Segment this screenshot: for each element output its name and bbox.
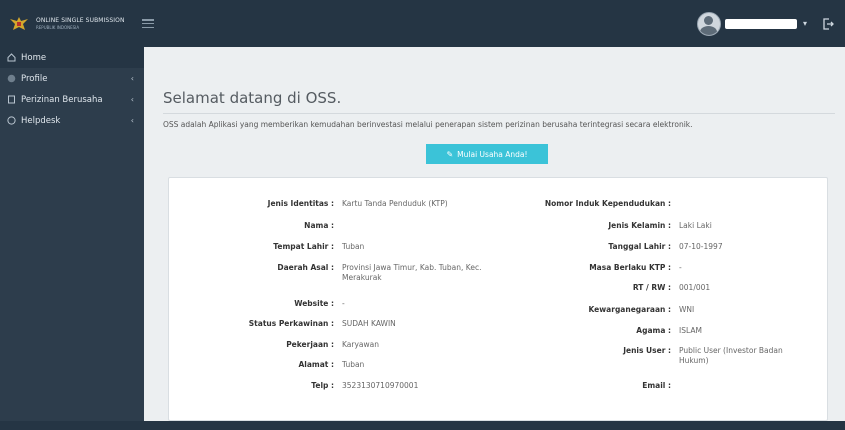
field-value: Kartu Tanda Penduduk (KTP) bbox=[342, 199, 448, 208]
field-value: Provinsi Jawa Timur, Kab. Tuban, Kec. Me… bbox=[342, 263, 482, 282]
chevron-left-icon: ‹ bbox=[130, 95, 134, 104]
footer bbox=[0, 421, 845, 430]
field-value: - bbox=[342, 299, 345, 308]
field-value: Tuban bbox=[342, 242, 365, 251]
user-name-redacted[interactable] bbox=[724, 18, 797, 29]
start-business-label: Mulai Usaha Anda! bbox=[457, 149, 528, 159]
menu-toggle-icon[interactable] bbox=[142, 19, 154, 28]
sidebar: Home Profile ‹ Perizinan Berusaha ‹ Help… bbox=[0, 47, 144, 430]
field-value: SUDAH KAWIN bbox=[342, 319, 396, 328]
field-label: Telp : bbox=[311, 381, 334, 390]
field-label: Daerah Asal : bbox=[277, 263, 334, 272]
chevron-left-icon: ‹ bbox=[130, 116, 134, 125]
sidebar-item-label: Helpdesk bbox=[21, 115, 61, 126]
sidebar-item-label: Profile bbox=[21, 73, 48, 84]
field-value: 07-10-1997 bbox=[679, 242, 723, 251]
logo-subtitle: REPUBLIK INDONESIA bbox=[36, 24, 80, 30]
home-icon bbox=[6, 53, 16, 63]
field-value: WNI bbox=[679, 305, 695, 314]
user-menu[interactable]: ▾ bbox=[696, 0, 835, 47]
app-logo[interactable]: ONLINE SINGLE SUBMISSION REPUBLIK INDONE… bbox=[0, 0, 140, 47]
sidebar-item-home[interactable]: Home bbox=[0, 47, 144, 68]
field-value: Public User (Investor Badan Hukum) bbox=[679, 346, 783, 365]
field-label: Status Perkawinan : bbox=[248, 319, 334, 328]
field-label: Agama : bbox=[636, 326, 671, 335]
field-value: Karyawan bbox=[342, 340, 379, 349]
field-label: Jenis Kelamin : bbox=[608, 221, 671, 230]
field-value: 001/001 bbox=[679, 283, 711, 292]
field-label: Masa Berlaku KTP : bbox=[589, 263, 671, 272]
sidebar-item-label: Perizinan Berusaha bbox=[21, 94, 103, 105]
divider bbox=[163, 113, 835, 114]
caret-down-icon[interactable]: ▾ bbox=[803, 19, 807, 28]
field-value: Tuban bbox=[342, 360, 365, 369]
sidebar-item-label: Home bbox=[21, 52, 47, 63]
chevron-left-icon: ‹ bbox=[130, 74, 134, 83]
field-value: - bbox=[679, 263, 682, 272]
garuda-emblem-icon bbox=[10, 16, 28, 30]
sidebar-item-profile[interactable]: Profile ‹ bbox=[0, 68, 144, 89]
field-label: Nama : bbox=[304, 221, 334, 230]
logout-icon[interactable] bbox=[821, 17, 835, 31]
field-label: Alamat : bbox=[298, 360, 334, 369]
sidebar-item-helpdesk[interactable]: Helpdesk ‹ bbox=[0, 110, 144, 131]
page-title: Selamat datang di OSS. bbox=[163, 89, 342, 107]
field-label: Nomor Induk Kependudukan : bbox=[544, 199, 671, 208]
profile-card: Jenis Identitas : Kartu Tanda Penduduk (… bbox=[168, 177, 828, 421]
avatar[interactable] bbox=[696, 11, 721, 36]
document-icon bbox=[6, 95, 16, 105]
pencil-icon: ✎ bbox=[446, 149, 454, 159]
field-label: Pekerjaan : bbox=[286, 340, 334, 349]
field-label: Tanggal Lahir : bbox=[608, 242, 671, 251]
top-navbar: ONLINE SINGLE SUBMISSION REPUBLIK INDONE… bbox=[0, 0, 845, 47]
field-label: Tempat Lahir : bbox=[273, 242, 334, 251]
logo-text: ONLINE SINGLE SUBMISSION REPUBLIK INDONE… bbox=[36, 16, 125, 30]
field-label: RT / RW : bbox=[632, 283, 671, 292]
field-label: Jenis Identitas : bbox=[267, 199, 334, 208]
field-value: Laki Laki bbox=[679, 221, 712, 230]
page-description: OSS adalah Aplikasi yang memberikan kemu… bbox=[163, 120, 693, 129]
field-label: Kewarganegaraan : bbox=[588, 305, 671, 314]
field-label: Email : bbox=[642, 381, 671, 390]
field-value: ISLAM bbox=[679, 326, 702, 335]
field-label: Website : bbox=[294, 299, 334, 308]
main-content: Selamat datang di OSS. OSS adalah Aplika… bbox=[144, 47, 845, 430]
help-icon bbox=[6, 116, 16, 126]
sidebar-item-perizinan-berusaha[interactable]: Perizinan Berusaha ‹ bbox=[0, 89, 144, 110]
field-label: Jenis User : bbox=[623, 346, 671, 355]
user-icon bbox=[6, 74, 16, 84]
logo-title: ONLINE SINGLE SUBMISSION bbox=[36, 16, 125, 24]
field-value: 3523130710970001 bbox=[342, 381, 419, 390]
start-business-button[interactable]: ✎ Mulai Usaha Anda! bbox=[426, 144, 548, 164]
